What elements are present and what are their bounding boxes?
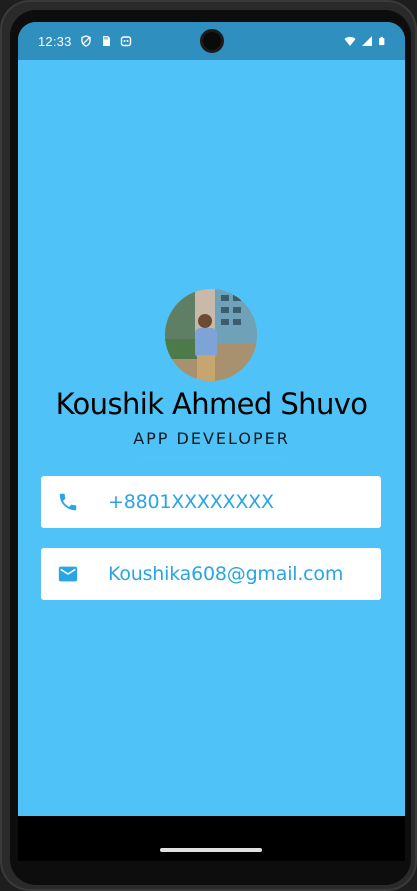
profile-title: APP DEVELOPER — [133, 429, 290, 448]
phone-icon — [59, 493, 77, 511]
status-left: 12:33 — [38, 34, 132, 49]
wifi-icon — [344, 36, 356, 46]
navigation-bar — [18, 816, 405, 861]
avatar-photo — [165, 289, 257, 381]
email-card[interactable]: Koushika608@gmail.com — [41, 548, 381, 600]
front-camera — [200, 29, 224, 53]
profile-name: Koushik Ahmed Shuvo — [55, 387, 368, 421]
email-address: Koushika608@gmail.com — [108, 563, 344, 585]
signal-icon — [362, 36, 372, 46]
status-right — [344, 35, 387, 47]
profile-content: Koushik Ahmed Shuvo APP DEVELOPER +8801X… — [18, 60, 405, 838]
avatar — [165, 289, 257, 381]
phone-card[interactable]: +8801XXXXXXXX — [41, 476, 381, 528]
home-gesture-handle[interactable] — [160, 848, 262, 852]
email-icon — [58, 566, 78, 582]
app-notification-icon — [120, 36, 131, 47]
status-time: 12:33 — [38, 33, 72, 49]
divider — [141, 457, 282, 458]
battery-icon — [379, 36, 385, 46]
app-screen: 12:33 Koushik Ahmed Shuvo APP DEVELOPER … — [18, 22, 405, 861]
phone-number: +8801XXXXXXXX — [108, 491, 274, 513]
sd-card-icon — [102, 36, 110, 46]
shield-icon — [80, 35, 91, 47]
